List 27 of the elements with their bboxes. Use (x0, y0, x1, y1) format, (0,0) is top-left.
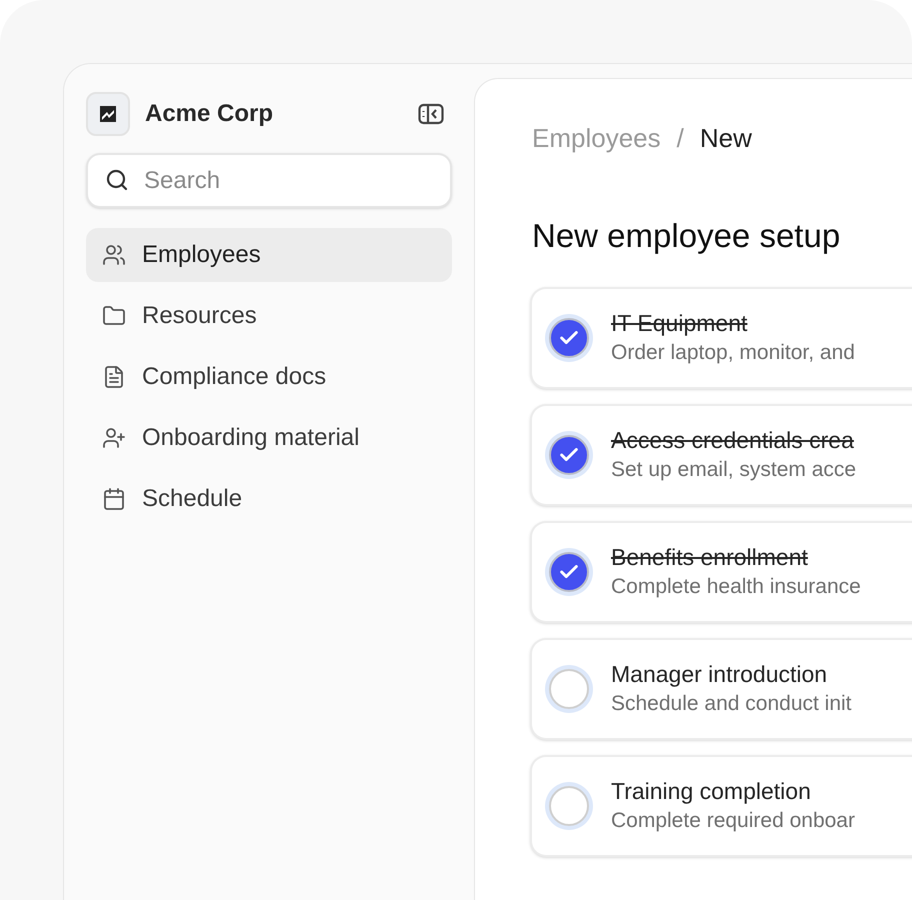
search-field[interactable]: Search (86, 153, 452, 208)
nav-item[interactable]: Schedule (86, 472, 452, 526)
task-title: Training completion (611, 776, 812, 806)
task-description: Schedule and conduct init (611, 690, 852, 716)
task-description: Complete required onboar (611, 808, 855, 834)
search-icon (105, 168, 129, 192)
organization-name: Acme Corp (145, 99, 274, 129)
task-title: Benefits enrollment (611, 542, 809, 572)
task-title: Manager introduction (611, 660, 828, 688)
nav-item[interactable]: Compliance docs (86, 350, 452, 404)
logo-icon (100, 106, 116, 122)
task-title: Access credentials crea (611, 426, 855, 454)
calendar-icon (102, 487, 126, 511)
people-icon (102, 243, 126, 267)
page-title: New employee setup (532, 216, 842, 256)
sidebar-toggle-icon[interactable] (418, 103, 444, 125)
nav-item[interactable]: Resources (86, 289, 452, 343)
breadcrumb-separator: / (676, 122, 684, 154)
nav-item[interactable]: Employees (86, 228, 452, 282)
task-description: Complete health insurance (611, 574, 861, 600)
nav-item[interactable]: Onboarding material (86, 411, 452, 465)
folder-icon (102, 304, 126, 328)
task-title: IT Equipment (611, 308, 748, 338)
document-icon (102, 365, 126, 389)
task-description: Order laptop, monitor, and (611, 340, 855, 366)
task-description: Set up email, system acce (611, 456, 856, 482)
person-plus-icon (102, 426, 126, 450)
